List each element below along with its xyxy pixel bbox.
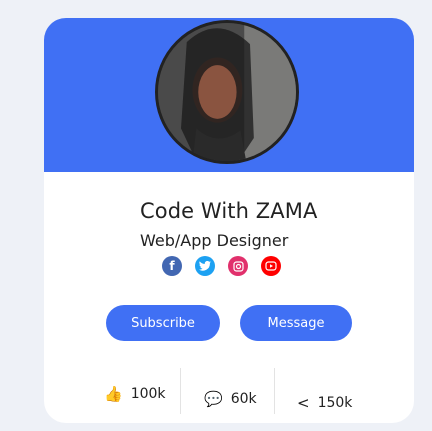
shares-stat[interactable]: < 150k (297, 394, 352, 412)
stat-divider (274, 368, 275, 414)
profile-card: Code With ZAMA Web/App Designer f Subscr… (44, 18, 414, 423)
comments-count: 60k (230, 391, 257, 407)
youtube-icon[interactable] (261, 256, 281, 276)
likes-count: 100k (130, 386, 166, 402)
avatar (155, 20, 299, 164)
likes-stat[interactable]: 👍 100k (104, 385, 166, 403)
facebook-icon[interactable]: f (162, 256, 182, 276)
instagram-icon[interactable] (228, 256, 248, 276)
avatar-image (158, 23, 296, 161)
stat-divider (180, 368, 181, 414)
profile-name: Code With ZAMA (140, 199, 318, 223)
twitter-icon[interactable] (195, 256, 215, 276)
comments-stat[interactable]: 💬 60k (204, 390, 257, 408)
profile-role: Web/App Designer (140, 231, 289, 250)
comment-icon: 💬 (204, 390, 223, 408)
shares-count: 150k (317, 395, 353, 411)
share-icon: < (297, 394, 310, 412)
stats-row: 👍 100k 💬 60k < 150k (44, 348, 414, 414)
social-links: f (162, 256, 281, 276)
message-button[interactable]: Message (240, 305, 352, 341)
thumbs-up-icon: 👍 (104, 385, 123, 403)
subscribe-button[interactable]: Subscribe (106, 305, 220, 341)
